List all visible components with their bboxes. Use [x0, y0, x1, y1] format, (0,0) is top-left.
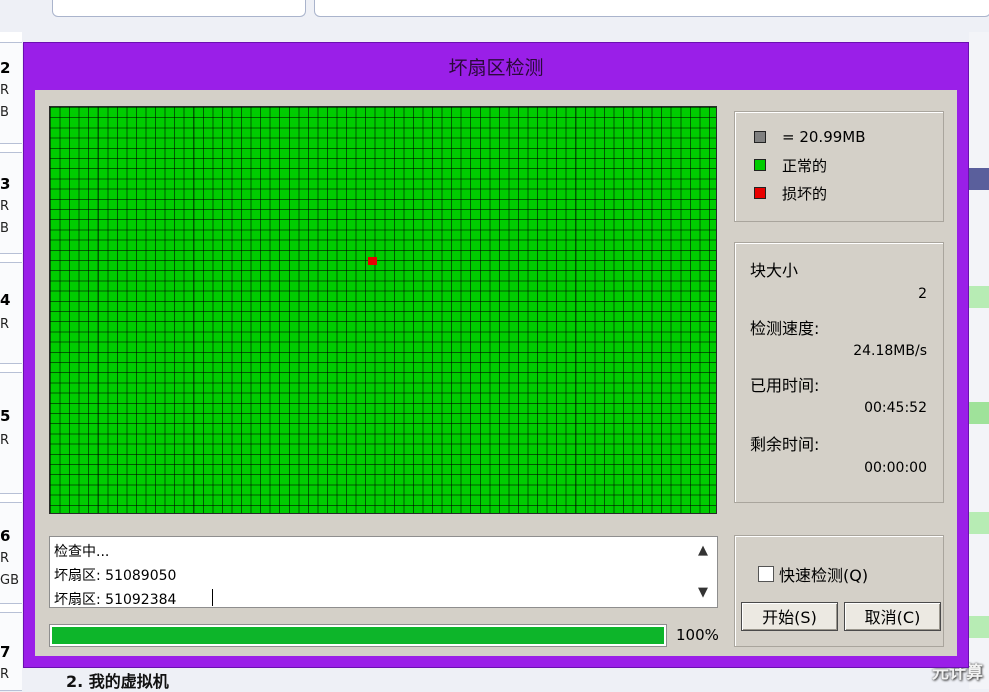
log-scrollbar[interactable]: ▲ ▼: [691, 537, 717, 607]
background-bar: [969, 512, 989, 534]
background-disk-list: 2 R B 3 R B 4 R 5 R 6 R GB 7 R: [0, 32, 22, 691]
elapsed-label: 已用时间:: [750, 376, 820, 395]
remaining-value: 00:00:00: [864, 460, 927, 476]
disk-number: 5: [0, 407, 11, 425]
dialog-title: 坏扇区检测: [448, 57, 544, 79]
background-bar: [969, 402, 989, 424]
disk-number: 3: [0, 175, 11, 193]
disk-size-unit: B: [0, 221, 9, 236]
damaged-swatch: [754, 187, 766, 199]
background-bar: [969, 616, 989, 638]
damaged-label: 损坏的: [782, 184, 828, 203]
block-size-label: 块大小: [750, 261, 799, 280]
disk-type: R: [0, 551, 10, 566]
normal-label: 正常的: [782, 156, 828, 175]
remaining-label: 剩余时间:: [750, 435, 820, 454]
disk-row: 7 R: [0, 612, 22, 691]
progress-fill: [52, 627, 664, 644]
log-line: 检查中...: [54, 544, 110, 560]
legend-damaged: 损坏的: [754, 182, 827, 204]
start-button[interactable]: 开始(S): [741, 602, 838, 631]
quick-check-label: 快速检测(Q): [779, 566, 869, 585]
quick-check-option[interactable]: 快速检测(Q): [758, 562, 868, 586]
background-right-column: [969, 32, 989, 689]
progress-percent: 100%: [676, 626, 719, 644]
elapsed-value: 00:45:52: [864, 400, 927, 416]
quick-check-checkbox[interactable]: [758, 566, 774, 582]
disk-number: 2: [0, 59, 11, 77]
disk-number: 6: [0, 527, 11, 545]
sector-map: [49, 106, 717, 514]
disk-row: 3 R B: [0, 152, 22, 254]
background-search-field: [52, 0, 306, 17]
bad-sector-dialog: 坏扇区检测 = 20.99MB 正常的 损坏的 块大小 2 检测速度: 24.1…: [23, 42, 969, 668]
disk-type: R: [0, 433, 10, 448]
legend-normal: 正常的: [754, 154, 827, 176]
disk-number: 4: [0, 291, 11, 309]
stats-panel: 块大小 2 检测速度: 24.18MB/s 已用时间: 00:45:52 剩余时…: [734, 242, 944, 503]
damaged-sector: [368, 257, 377, 265]
disk-number: 7: [0, 643, 11, 661]
block-swatch: [754, 131, 766, 143]
disk-size-unit: B: [0, 105, 9, 120]
disk-type: R: [0, 199, 10, 214]
log-textarea[interactable]: 检查中... 坏扇区: 51089050 坏扇区: 51092384 ▲ ▼: [49, 536, 718, 608]
disk-row: 6 R GB: [0, 502, 22, 604]
text-caret: [212, 589, 213, 606]
background-vm-heading: 2. 我的虚拟机: [66, 672, 169, 691]
legend-block-size: = 20.99MB: [754, 126, 866, 148]
disk-row: 5 R: [0, 372, 22, 494]
scroll-up-icon[interactable]: ▲: [698, 543, 708, 558]
scroll-down-icon[interactable]: ▼: [698, 585, 708, 600]
normal-swatch: [754, 159, 766, 171]
log-line: 坏扇区: 51092384: [54, 592, 177, 608]
disk-row: 4 R: [0, 262, 22, 364]
background-bar: [969, 286, 989, 308]
disk-size-unit: GB: [0, 573, 19, 588]
block-size-label: = 20.99MB: [782, 128, 866, 146]
background-bar: [969, 168, 989, 190]
block-size-value: 2: [918, 286, 927, 302]
log-line: 坏扇区: 51089050: [54, 568, 177, 584]
options-panel: 快速检测(Q) 开始(S) 取消(C): [734, 535, 944, 647]
cancel-button[interactable]: 取消(C): [844, 602, 941, 631]
background-address-field: [314, 0, 989, 17]
legend-panel: = 20.99MB 正常的 损坏的: [734, 111, 944, 222]
disk-type: R: [0, 83, 10, 98]
speed-value: 24.18MB/s: [853, 343, 927, 359]
disk-type: R: [0, 667, 10, 682]
disk-type: R: [0, 317, 10, 332]
dialog-body: = 20.99MB 正常的 损坏的 块大小 2 检测速度: 24.18MB/s …: [35, 90, 957, 656]
progress-bar: [49, 624, 667, 647]
disk-row: 2 R B: [0, 42, 22, 144]
speed-label: 检测速度:: [750, 319, 820, 338]
